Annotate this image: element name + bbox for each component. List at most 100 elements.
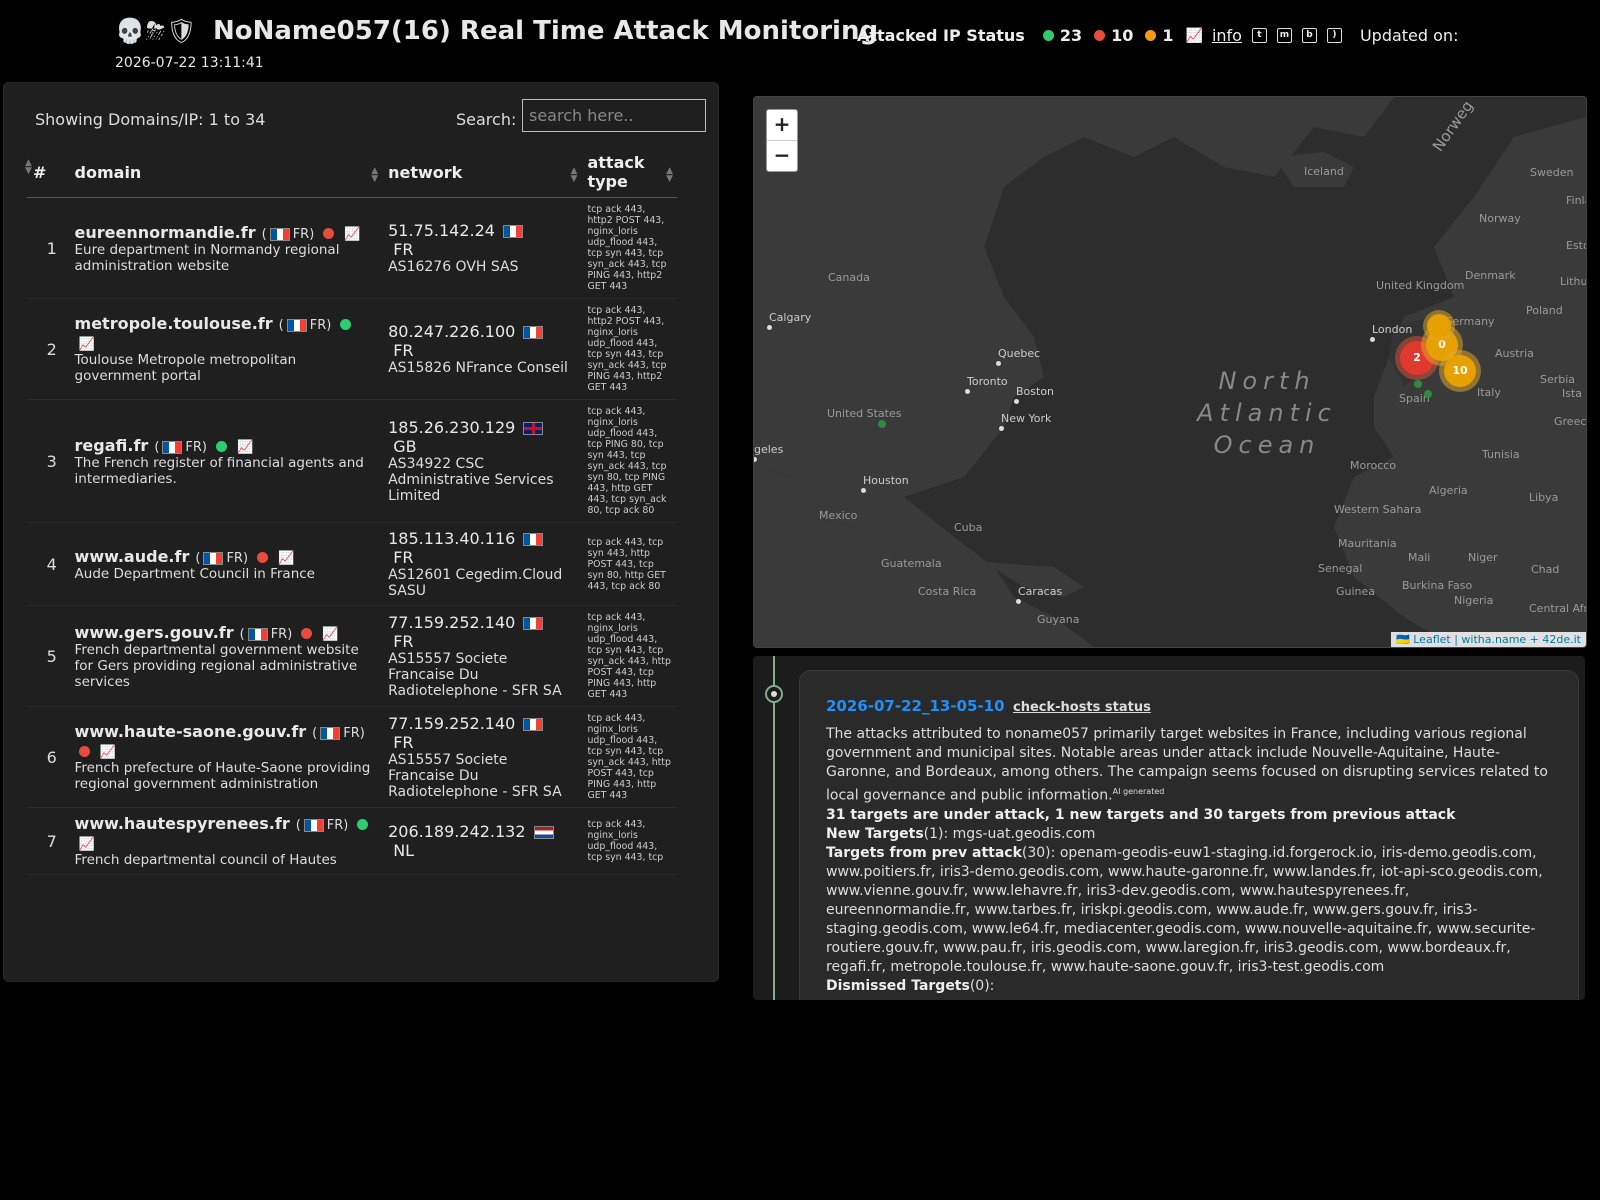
domain-country: (FR) — [278, 318, 332, 333]
map-city-label: New York — [1001, 412, 1052, 425]
prev-targets-label: Targets from prev attack — [826, 844, 1022, 861]
chart-line-icon[interactable]: 📈 — [278, 551, 294, 566]
ip-country: FR — [393, 240, 414, 259]
map-city-label: Boston — [1016, 385, 1055, 398]
chart-line-icon[interactable]: 📈 — [237, 440, 253, 455]
page-header: 💀⛈🛡 NoName057(16) Real Time Attack Monit… — [0, 0, 1600, 78]
zoom-out-button[interactable]: − — [767, 141, 797, 171]
map-marker-green[interactable] — [1414, 380, 1422, 388]
domain-name[interactable]: www.gers.gouv.fr — [75, 623, 234, 642]
map-country-label: Central African — [1529, 602, 1587, 615]
mastodon-icon[interactable]: m — [1276, 28, 1292, 43]
ip-address: 51.75.142.24 — [388, 221, 495, 240]
table-row: 2 metropole.toulouse.fr (FR) 📈 Toulouse Met… — [27, 298, 677, 400]
map-city-label: Caracas — [1018, 585, 1063, 598]
network-cell: 206.189.242.132 NL — [382, 807, 582, 875]
map-city-dot-icon — [999, 426, 1004, 431]
domain-country: (FR) — [261, 226, 315, 242]
col-network[interactable]: network ▲ ▼ — [382, 145, 582, 198]
ip-address: 185.113.40.116 — [388, 529, 516, 548]
zoom-in-button[interactable]: + — [767, 110, 797, 141]
attack-stats: 31 targets are under attack, 1 new targe… — [826, 806, 1456, 823]
green-count: 23 — [1059, 26, 1083, 45]
bluesky-icon[interactable]: b — [1301, 28, 1317, 43]
table-row: 6 www.haute-saone.gouv.fr (FR) 📈 French pre… — [27, 706, 677, 808]
domain-name[interactable]: metropole.toulouse.fr — [75, 314, 273, 333]
skull-storm-shield-icon: 💀⛈🛡 — [115, 17, 198, 45]
ip-country: FR — [393, 341, 414, 360]
chart-line-icon[interactable]: 📈 — [322, 627, 338, 642]
page-title: NoName057(16) Real Time Attack Monitorin… — [213, 16, 879, 46]
info-link[interactable]: info — [1212, 26, 1242, 45]
domain-description: French prefecture of Haute-Saone providi… — [74, 760, 371, 792]
rss-icon[interactable]: ) — [1326, 28, 1342, 43]
map-marker-green[interactable] — [878, 420, 886, 428]
zoom-controls: + − — [766, 109, 798, 172]
chart-line-icon[interactable]: 📈 — [1186, 28, 1203, 44]
map-city-dot-icon — [861, 488, 866, 493]
red-count: 10 — [1111, 26, 1134, 45]
chart-line-icon[interactable]: 📈 — [79, 337, 95, 352]
ip-country: FR — [393, 733, 414, 752]
domain-name[interactable]: www.hautespyrenees.fr — [75, 814, 290, 833]
twitter-icon[interactable]: t — [1251, 28, 1267, 43]
map-city-label: London — [1372, 323, 1413, 336]
updated-date: 2026-07-22 13:11:41 — [115, 55, 264, 71]
row-number: 1 — [27, 197, 69, 299]
prev-targets-list: openam-geodis-euw1-staging.id.forgerock.… — [826, 844, 1543, 975]
col-attack-type[interactable]: attack type ▲ ▼ — [581, 145, 677, 198]
check-hosts-link[interactable]: check-hosts status — [1013, 700, 1151, 715]
map-city-dot-icon — [1014, 399, 1019, 404]
domain-name[interactable]: eureennormandie.fr — [75, 223, 256, 242]
map-city-dot-icon — [965, 389, 970, 394]
map-country-label: Costa Rica — [918, 585, 977, 598]
ip-country: GB — [393, 437, 417, 456]
col-num[interactable]: ▲ ▼ # — [25, 145, 69, 198]
map-city-label: Quebec — [998, 347, 1041, 360]
asn-info: AS34922 CSC Administrative Services Limi… — [388, 456, 554, 504]
domain-description: French departmental council of Hautes — [74, 852, 337, 868]
table-row: 5 www.gers.gouv.fr (FR) 📈 French department… — [27, 605, 677, 707]
targets-panel: Showing Domains/IP: 1 to 34 Search: ▲▼# … — [3, 82, 719, 982]
chart-line-icon[interactable]: 📈 — [100, 745, 116, 760]
map-country-label: United States — [827, 407, 902, 420]
attack-types: tcp ack 443, nginx_loris udp_flood 443, … — [581, 605, 677, 707]
map-marker-green[interactable] — [1424, 390, 1432, 398]
attack-summary: The attacks attributed to noname057 prim… — [826, 726, 1548, 804]
domain-cell: eureennormandie.fr (FR) 📈 Eure department … — [68, 197, 383, 299]
col-domain[interactable]: domain ▲ ▼ — [68, 145, 383, 198]
map-attribution: 🇺🇦 Leaflet | witha.name + 42de.it — [1391, 632, 1586, 647]
domain-name[interactable]: www.aude.fr — [75, 547, 190, 566]
domain-name[interactable]: regafi.fr — [75, 436, 149, 455]
map-country-label: Serbia — [1540, 373, 1576, 386]
map-country-label: Senegal — [1318, 562, 1363, 575]
chart-line-icon[interactable]: 📈 — [344, 227, 360, 242]
attack-map[interactable]: + − North Atlantic Ocean Canada United St… — [753, 96, 1587, 648]
map-country-label: Canada — [828, 271, 870, 284]
domain-description: Eure department in Normandy regional adm… — [74, 241, 340, 274]
row-number: 7 — [27, 807, 69, 875]
status-dot-icon — [323, 227, 335, 239]
attack-types: tcp ack 443, nginx_loris udp_flood 443, … — [581, 399, 677, 523]
row-number: 6 — [27, 706, 69, 808]
attack-timestamp[interactable]: 2026-07-22_13-05-10 — [826, 697, 1005, 715]
map-country-label: Morocco — [1350, 459, 1397, 472]
map-city-dot-icon — [767, 325, 772, 330]
map-city-label: Toronto — [967, 375, 1008, 388]
attack-types: tcp ack 443, http2 POST 443, nginx_loris… — [581, 197, 677, 299]
search-input[interactable] — [522, 99, 706, 132]
domain-country: (FR) — [195, 550, 249, 566]
map-cluster-10[interactable]: 10 — [1444, 355, 1476, 387]
asn-info: AS15557 Societe Francaise Du Radioteleph… — [388, 752, 562, 800]
flag-icon — [523, 422, 544, 435]
domain-name[interactable]: www.haute-saone.gouv.fr — [75, 722, 307, 741]
map-cluster-uk[interactable] — [1427, 314, 1451, 338]
domain-description: The French register of financial agents … — [74, 454, 364, 487]
status-dot-icon — [357, 819, 369, 830]
leaflet-link[interactable]: Leaflet — [1413, 633, 1450, 646]
flag-icon — [269, 227, 290, 241]
flag-icon — [247, 627, 268, 641]
row-number: 4 — [27, 522, 69, 606]
chart-line-icon[interactable]: 📈 — [79, 837, 95, 852]
flag-icon — [523, 718, 544, 731]
